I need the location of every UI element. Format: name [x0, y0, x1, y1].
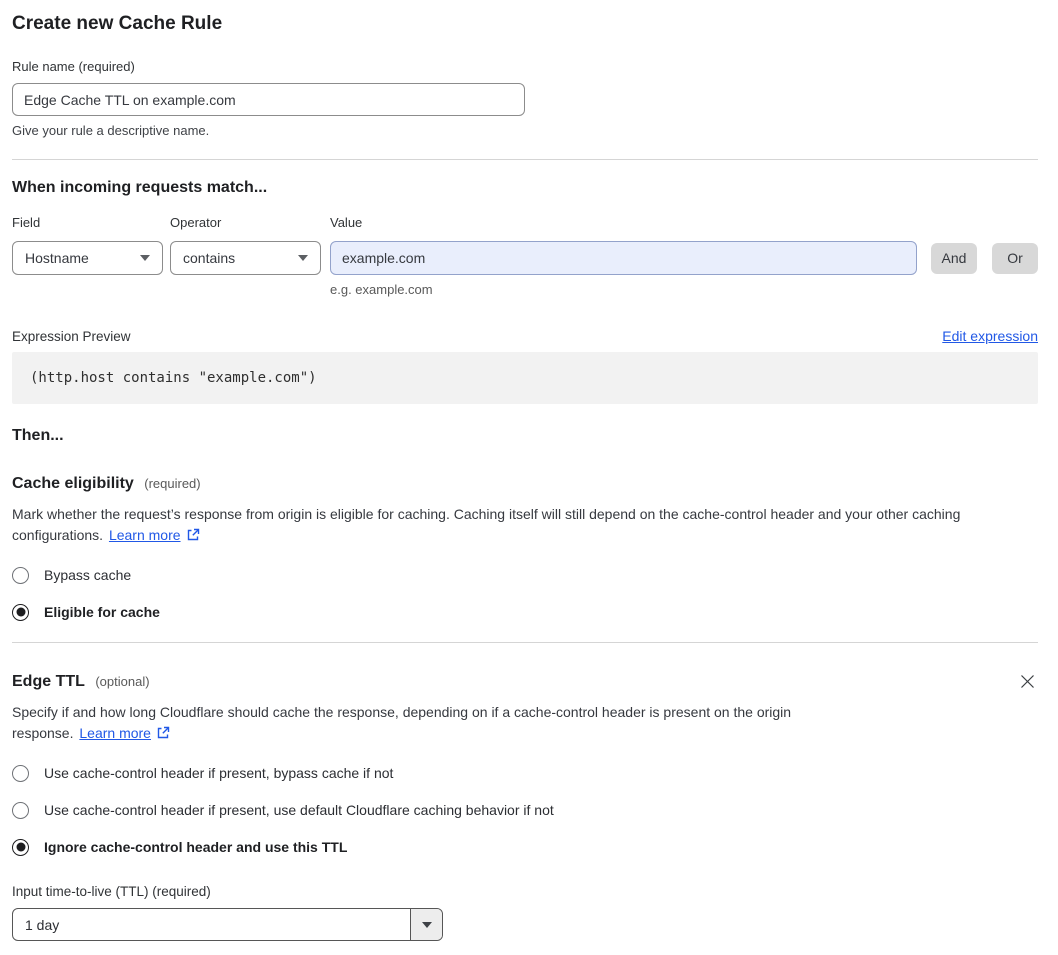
radio-label: Ignore cache-control header and use this…	[44, 839, 348, 855]
chevron-down-icon	[298, 255, 308, 261]
cache-eligibility-heading-row: Cache eligibility (required)	[12, 474, 1038, 494]
rule-name-label: Rule name (required)	[12, 59, 135, 74]
value-input[interactable]	[330, 241, 917, 275]
field-select-value: Hostname	[25, 250, 89, 266]
rule-name-help: Give your rule a descriptive name.	[12, 123, 210, 138]
cache-eligibility-heading-wrap: Cache eligibility (required)	[12, 474, 201, 494]
radio-button-selected[interactable]	[12, 838, 29, 856]
cache-eligibility-qualifier: (required)	[144, 476, 201, 491]
learn-more-link[interactable]: Learn more	[109, 527, 181, 543]
radio-button-selected[interactable]	[12, 603, 29, 621]
edge-ttl-heading: Edge TTL	[12, 672, 85, 690]
create-cache-rule-form: Create new Cache Rule Rule name (require…	[0, 0, 1058, 955]
radio-label: Use cache-control header if present, byp…	[44, 765, 394, 781]
edge-ttl-heading-wrap: Edge TTL (optional)	[12, 672, 150, 692]
expression-text: (http.host contains "example.com")	[30, 370, 317, 386]
value-label: Value	[330, 215, 363, 230]
edge-ttl-qualifier: (optional)	[95, 673, 150, 689]
page-title: Create new Cache Rule	[12, 13, 223, 34]
edit-expression-link[interactable]: Edit expression	[942, 328, 1038, 344]
chevron-down-icon	[421, 921, 432, 928]
field-select[interactable]: Hostname	[12, 241, 163, 275]
ttl-label: Input time-to-live (TTL) (required)	[12, 884, 211, 899]
expression-code-block: (http.host contains "example.com")	[12, 352, 1038, 404]
rule-name-input[interactable]	[12, 83, 525, 116]
radio-label: Use cache-control header if present, use…	[44, 802, 554, 818]
value-help: e.g. example.com	[330, 282, 433, 297]
match-controls-row: Hostname contains And Or	[12, 241, 1038, 275]
radio-option-ignore-header-use-ttl[interactable]: Ignore cache-control header and use this…	[12, 837, 1038, 857]
radio-option-use-header-default[interactable]: Use cache-control header if present, use…	[12, 800, 1038, 820]
radio-option-eligible-for-cache[interactable]: Eligible for cache	[12, 602, 1038, 622]
external-link-icon	[187, 528, 199, 541]
ttl-select-caret-button[interactable]	[410, 909, 442, 940]
radio-button[interactable]	[12, 801, 29, 819]
radio-label: Eligible for cache	[44, 604, 160, 620]
chevron-down-icon	[140, 255, 150, 261]
radio-button[interactable]	[12, 764, 29, 782]
radio-option-use-header-bypass[interactable]: Use cache-control header if present, byp…	[12, 763, 1038, 783]
section-divider	[12, 159, 1038, 160]
and-button[interactable]: And	[931, 242, 977, 274]
match-column-labels: Field Operator Value	[12, 215, 1038, 231]
external-link-icon	[157, 726, 170, 739]
field-label: Field	[12, 215, 41, 230]
operator-label: Operator	[170, 215, 222, 230]
then-heading: Then...	[12, 427, 64, 444]
edge-ttl-heading-row: Edge TTL (optional)	[12, 671, 1038, 692]
radio-label: Bypass cache	[44, 567, 132, 583]
radio-button[interactable]	[12, 566, 29, 584]
section-divider	[12, 642, 1038, 643]
cache-eligibility-description: Mark whether the request’s response from…	[12, 504, 1038, 546]
cache-eligibility-heading: Cache eligibility	[12, 475, 134, 492]
ttl-select-value: 1 day	[25, 916, 60, 933]
ttl-select[interactable]: 1 day	[12, 908, 443, 941]
expression-preview-row: Expression Preview Edit expression	[12, 328, 1038, 344]
or-button[interactable]: Or	[992, 242, 1038, 274]
radio-option-bypass-cache[interactable]: Bypass cache	[12, 565, 1038, 585]
match-heading: When incoming requests match...	[12, 179, 268, 196]
close-icon[interactable]	[1017, 671, 1038, 692]
operator-select-value: contains	[183, 250, 236, 266]
learn-more-link[interactable]: Learn more	[79, 725, 151, 741]
operator-select[interactable]: contains	[170, 241, 321, 275]
edge-ttl-description: Specify if and how long Cloudflare shoul…	[12, 702, 844, 744]
expression-preview-label: Expression Preview	[12, 329, 131, 344]
